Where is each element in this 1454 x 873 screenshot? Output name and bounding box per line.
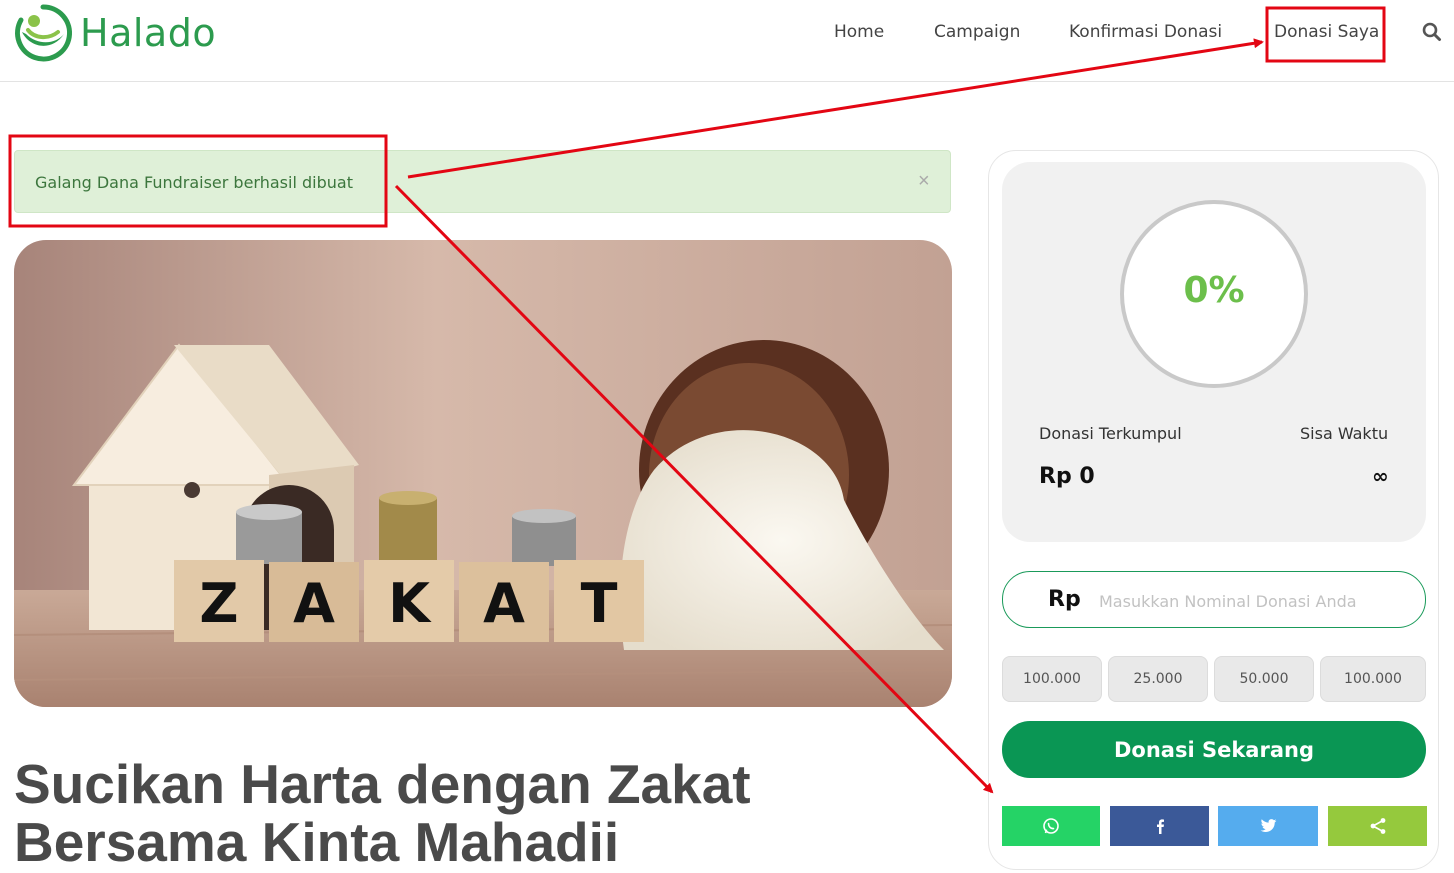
donation-amount-field: Rp <box>1002 571 1426 628</box>
time-left-value: ∞ <box>1372 464 1389 488</box>
generic-share-button[interactable] <box>1328 806 1427 846</box>
block-letter: A <box>483 572 525 635</box>
progress-percent: 0% <box>1183 270 1245 311</box>
time-left-label: Sisa Waktu <box>1300 424 1389 443</box>
logo[interactable]: Halado <box>12 2 216 64</box>
preset-amount-button[interactable]: 25.000 <box>1108 656 1208 702</box>
donation-amount-input[interactable] <box>1097 586 1411 616</box>
search-icon[interactable] <box>1421 21 1443 43</box>
whatsapp-icon <box>1043 818 1059 834</box>
brand-name: Halado <box>80 11 217 55</box>
nav-donasi-saya[interactable]: Donasi Saya <box>1274 22 1379 46</box>
preset-amount-button[interactable]: 100.000 <box>1320 656 1426 702</box>
site-header: Halado Home Campaign Konfirmasi Donasi D… <box>0 0 1454 82</box>
alert-message: Galang Dana Fundraiser berhasil dibuat <box>35 173 353 192</box>
logo-icon <box>15 4 73 62</box>
nav-konfirmasi-donasi[interactable]: Konfirmasi Donasi <box>1069 22 1222 46</box>
campaign-title: Sucikan Harta dengan Zakat Bersama Kinta… <box>14 753 751 873</box>
block-letter: K <box>388 572 432 635</box>
block-letter: Z <box>199 572 238 635</box>
facebook-share-button[interactable] <box>1110 806 1209 846</box>
share-icon <box>1370 818 1385 834</box>
zakat-illustration: Z A K A T <box>14 240 952 707</box>
success-alert: Galang Dana Fundraiser berhasil dibuat × <box>14 150 951 213</box>
twitter-share-button[interactable] <box>1218 806 1318 846</box>
block-letter: T <box>581 572 618 635</box>
nav-campaign[interactable]: Campaign <box>934 22 1020 46</box>
collected-value: Rp 0 <box>1039 464 1095 489</box>
preset-amount-button[interactable]: 100.000 <box>1002 656 1102 702</box>
campaign-image: Z A K A T <box>14 240 952 707</box>
twitter-icon <box>1260 819 1276 832</box>
facebook-icon <box>1156 819 1164 834</box>
close-icon[interactable]: × <box>918 171 930 191</box>
donate-now-button[interactable]: Donasi Sekarang <box>1002 721 1426 778</box>
block-letter: A <box>293 572 335 635</box>
preset-amount-button[interactable]: 50.000 <box>1214 656 1314 702</box>
whatsapp-share-button[interactable] <box>1002 806 1100 846</box>
currency-label: Rp <box>1048 587 1081 612</box>
nav-home[interactable]: Home <box>834 22 884 46</box>
collected-label: Donasi Terkumpul <box>1039 424 1182 443</box>
